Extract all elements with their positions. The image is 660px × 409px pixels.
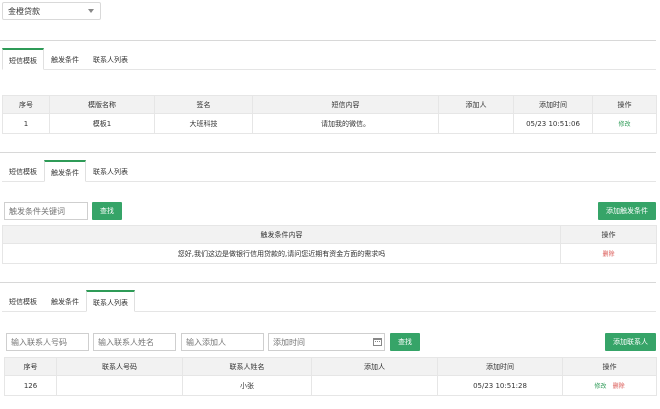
table-row: 1 模板1 大班科技 请加我的微信。 05/23 10:51:06 修改 (2, 113, 657, 134)
cell-no: 1 (2, 113, 50, 134)
trigger-keyword-input[interactable] (4, 202, 88, 220)
cell-sign: 大班科技 (154, 113, 253, 134)
product-select-value: 金橙贷款 (8, 6, 40, 16)
column-header: 联系人姓名 (182, 357, 312, 376)
edit-link[interactable]: 修改 (618, 121, 630, 128)
tabs-section-2: 短信模板 触发条件 联系人列表 (2, 160, 656, 182)
column-header: 添加时间 (513, 95, 593, 114)
contact-time-input[interactable] (268, 333, 385, 351)
cell-action: 修改 (592, 113, 657, 134)
cell-action: 删除 (560, 243, 657, 264)
tabs-section-1: 短信模板 触发条件 联系人列表 (2, 48, 656, 70)
tab-contacts[interactable]: 联系人列表 (86, 160, 135, 182)
contact-adder-input[interactable] (181, 333, 264, 351)
column-header: 模版名称 (49, 95, 155, 114)
column-header: 签名 (154, 95, 253, 114)
contact-search-button[interactable]: 查找 (390, 333, 420, 351)
cell-phone (56, 375, 183, 396)
cell-adder (311, 375, 438, 396)
column-header: 序号 (4, 357, 57, 376)
column-header: 联系人号码 (56, 357, 183, 376)
table-header-row: 触发条件内容 操作 (2, 225, 657, 244)
cell-name: 模板1 (49, 113, 155, 134)
section-divider (0, 282, 656, 283)
tab-sms-template[interactable]: 短信模板 (2, 48, 44, 70)
column-header: 操作 (560, 225, 657, 244)
cell-action: 修改 删除 (562, 375, 657, 396)
tab-contacts[interactable]: 联系人列表 (86, 290, 135, 312)
column-header: 添加人 (438, 95, 514, 114)
table-header-row: 序号 模版名称 签名 短信内容 添加人 添加时间 操作 (2, 95, 657, 114)
trigger-search-button[interactable]: 查找 (92, 202, 122, 220)
column-header: 触发条件内容 (2, 225, 561, 244)
tabs-section-3: 短信模板 触发条件 联系人列表 (2, 290, 656, 312)
calendar-icon[interactable] (373, 338, 382, 346)
delete-link[interactable]: 删除 (613, 383, 625, 390)
column-header: 操作 (562, 357, 657, 376)
tab-sms-template[interactable]: 短信模板 (2, 160, 44, 182)
section-divider (0, 152, 656, 153)
edit-link[interactable]: 修改 (594, 383, 606, 390)
delete-link[interactable]: 删除 (602, 251, 614, 258)
tab-trigger[interactable]: 触发条件 (44, 290, 86, 312)
column-header: 序号 (2, 95, 50, 114)
cell-time: 05/23 10:51:06 (513, 113, 593, 134)
column-header: 操作 (592, 95, 657, 114)
column-header: 添加人 (311, 357, 438, 376)
tab-trigger[interactable]: 触发条件 (44, 48, 86, 70)
cell-no: 126 (4, 375, 57, 396)
cell-adder (438, 113, 514, 134)
add-trigger-button[interactable]: 添加触发条件 (598, 202, 656, 220)
table-row: 126 小张 05/23 10:51:28 修改 删除 (4, 375, 657, 396)
cell-time: 05/23 10:51:28 (437, 375, 563, 396)
cell-name: 小张 (182, 375, 312, 396)
product-select[interactable]: 金橙贷款 (2, 2, 101, 20)
cell-trigger-content: 您好,我们这边是做银行信用贷款的,请问您近期有资金方面的需求吗 (2, 243, 561, 264)
contact-phone-input[interactable] (6, 333, 89, 351)
section-divider (0, 40, 656, 41)
tab-contacts[interactable]: 联系人列表 (86, 48, 135, 70)
column-header: 添加时间 (437, 357, 563, 376)
cell-content: 请加我的微信。 (252, 113, 439, 134)
table-header-row: 序号 联系人号码 联系人姓名 添加人 添加时间 操作 (4, 357, 657, 376)
tab-trigger[interactable]: 触发条件 (44, 160, 86, 182)
template-table: 序号 模版名称 签名 短信内容 添加人 添加时间 操作 1 模板1 大班科技 请… (2, 95, 657, 134)
table-row: 您好,我们这边是做银行信用贷款的,请问您近期有资金方面的需求吗 删除 (2, 243, 657, 264)
trigger-table: 触发条件内容 操作 您好,我们这边是做银行信用贷款的,请问您近期有资金方面的需求… (2, 225, 657, 264)
add-contact-button[interactable]: 添加联系人 (605, 333, 656, 351)
column-header: 短信内容 (252, 95, 439, 114)
tab-sms-template[interactable]: 短信模板 (2, 290, 44, 312)
chevron-down-icon (88, 9, 94, 13)
contacts-table: 序号 联系人号码 联系人姓名 添加人 添加时间 操作 126 小张 05/23 … (4, 357, 657, 396)
contact-name-input[interactable] (93, 333, 176, 351)
